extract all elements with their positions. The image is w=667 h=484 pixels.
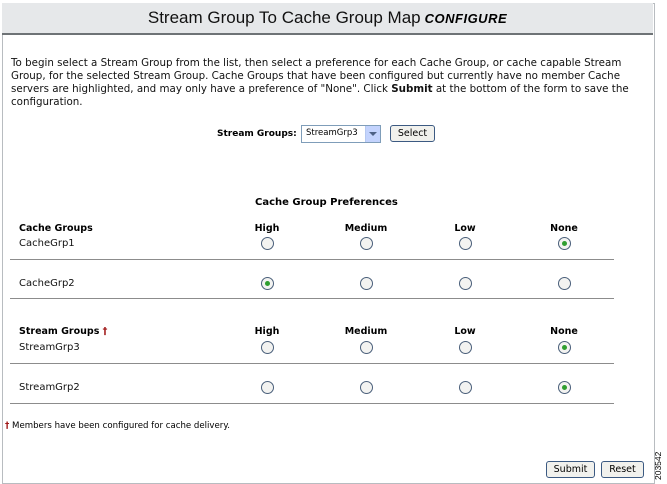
radio-none[interactable] [558, 237, 571, 250]
dagger-mark: † [5, 421, 10, 431]
radio-medium[interactable] [360, 381, 373, 394]
footnote: † Members have been configured for cache… [5, 421, 230, 431]
col-medium-header: Medium [344, 326, 388, 337]
preferences-heading: Cache Group Preferences [255, 197, 398, 208]
col-low-header: Low [454, 223, 476, 234]
radio-low[interactable] [459, 277, 472, 290]
page-title: Stream Group To Cache Group Map [147, 8, 421, 27]
col-low-header: Low [454, 326, 476, 337]
radio-high[interactable] [261, 237, 274, 250]
cache-row-label: CacheGrp1 [19, 238, 75, 249]
radio-none[interactable] [558, 341, 571, 354]
cache-groups-header: Cache Groups [19, 223, 93, 234]
radio-none[interactable] [558, 277, 571, 290]
select-button[interactable]: Select [390, 125, 435, 142]
stream-row-label: StreamGrp2 [19, 382, 80, 393]
footnote-text: Members have been configured for cache d… [12, 421, 230, 431]
dagger-mark: † [102, 326, 108, 337]
stream-groups-select[interactable]: StreamGrp3 [301, 125, 381, 143]
page-subtitle: CONFIGURE [424, 11, 508, 26]
radio-none[interactable] [558, 381, 571, 394]
stream-groups-header-text: Stream Groups [19, 326, 100, 337]
intro-text: To begin select a Stream Group from the … [11, 57, 641, 109]
cache-row-label: CacheGrp2 [19, 278, 75, 289]
row-divider [10, 259, 614, 260]
stream-row-label: StreamGrp3 [19, 342, 80, 353]
radio-medium[interactable] [360, 341, 373, 354]
stream-groups-label: Stream Groups: [217, 129, 297, 139]
row-divider [10, 298, 614, 299]
row-divider [10, 363, 614, 364]
chevron-down-icon[interactable] [365, 126, 380, 142]
radio-low[interactable] [459, 237, 472, 250]
radio-medium[interactable] [360, 237, 373, 250]
reset-button[interactable]: Reset [601, 461, 644, 478]
intro-bold: Submit [391, 83, 433, 95]
radio-high[interactable] [261, 381, 274, 394]
title-bar: Stream Group To Cache Group Map CONFIGURE [2, 3, 653, 35]
radio-medium[interactable] [360, 277, 373, 290]
radio-low[interactable] [459, 341, 472, 354]
col-high-header: High [254, 223, 280, 234]
row-divider [10, 403, 614, 404]
stream-groups-value: StreamGrp3 [306, 128, 358, 138]
col-none-header: None [550, 326, 578, 337]
col-high-header: High [254, 326, 280, 337]
radio-high[interactable] [261, 341, 274, 354]
stream-groups-header: Stream Groups † [19, 326, 107, 337]
submit-button[interactable]: Submit [546, 461, 595, 478]
radio-low[interactable] [459, 381, 472, 394]
radio-high[interactable] [261, 277, 274, 290]
col-none-header: None [550, 223, 578, 234]
figure-number: 203542 [653, 451, 663, 480]
col-medium-header: Medium [344, 223, 388, 234]
figure-number-text: 203542 [653, 451, 663, 480]
